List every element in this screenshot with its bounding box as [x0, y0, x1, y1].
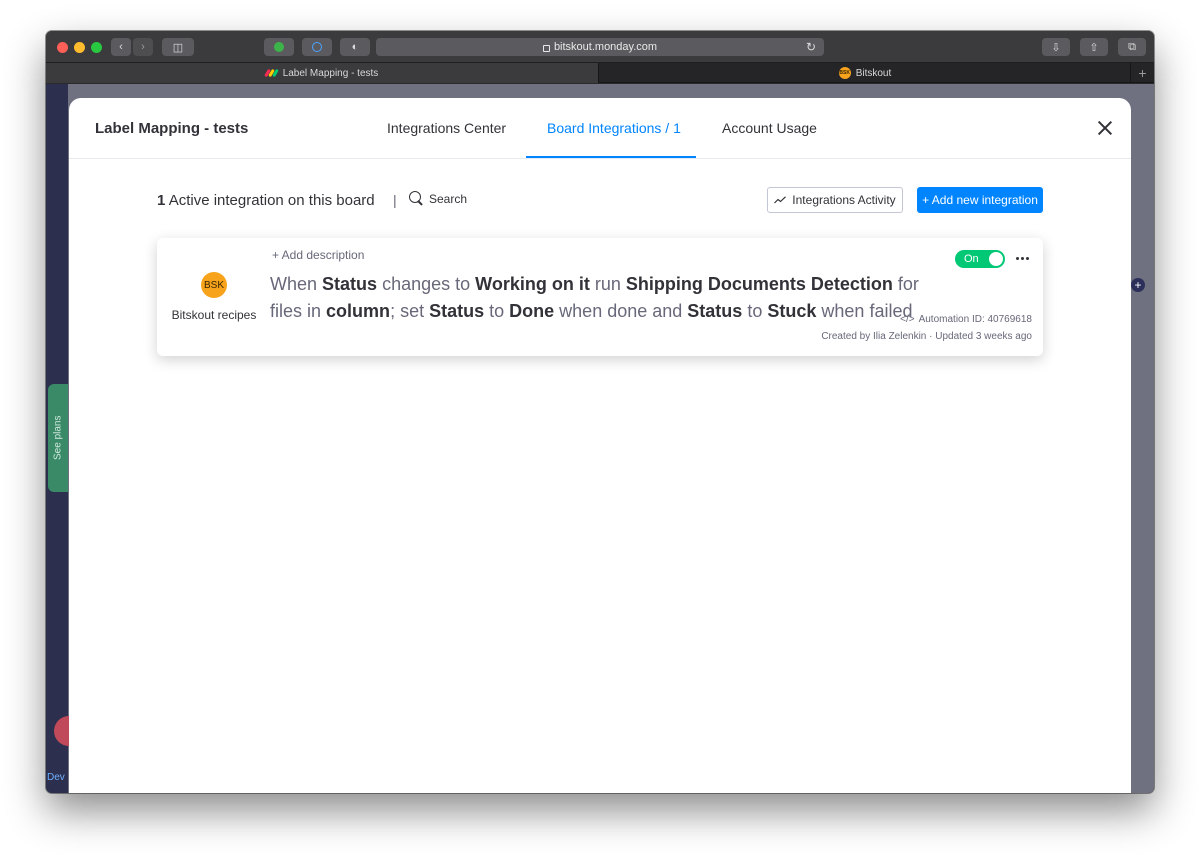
integration-toggle[interactable]: On — [955, 250, 1005, 268]
recipe-text: ; set — [390, 301, 425, 321]
recipe-field[interactable]: Working on it — [475, 274, 590, 294]
close-icon[interactable] — [1097, 120, 1113, 136]
tab-board-integrations[interactable]: Board Integrations / 1 — [547, 120, 681, 136]
address-bar[interactable]: bitskout.monday.com ↻ — [376, 38, 824, 56]
add-description-link[interactable]: + Add description — [272, 248, 364, 262]
bitskout-logo-icon: BSK — [201, 272, 227, 298]
divider: | — [393, 192, 397, 208]
automation-id-text: Automation ID: 40769618 — [918, 314, 1032, 325]
recipe-text: to — [489, 301, 505, 321]
dev-label: Dev — [47, 772, 65, 783]
recipe-field[interactable]: Status — [429, 301, 484, 321]
automation-id: </> Automation ID: 40769618 — [900, 314, 1032, 325]
recipe-field[interactable]: Status — [687, 301, 742, 321]
board-title: Label Mapping - tests — [95, 120, 249, 137]
search-label: Search — [429, 191, 468, 206]
tab-account-usage[interactable]: Account Usage — [722, 120, 817, 136]
tab-label-mapping[interactable]: Label Mapping - tests — [46, 63, 599, 83]
tab-title: Bitskout — [855, 67, 892, 79]
forward-button[interactable]: › — [133, 38, 153, 56]
recipe-text: when done and — [559, 301, 683, 321]
more-options-icon[interactable] — [1014, 250, 1030, 266]
add-new-integration-button[interactable]: + Add new integration — [917, 187, 1043, 213]
bitskout-favicon-icon: BSK — [838, 67, 851, 79]
tab-integrations-center[interactable]: Integrations Center — [387, 120, 506, 136]
url-text: bitskout.monday.com — [553, 41, 658, 53]
browser-toolbar: ‹ › ◫ ◐ bitskout.monday.com ↻ ⇩ ⇧ ⧉ — [46, 31, 1154, 63]
add-column-icon[interactable]: + — [1131, 278, 1145, 292]
shield-icon[interactable]: ◐ — [340, 38, 370, 56]
created-info: Created by Ilia Zelenkin · Updated 3 wee… — [821, 331, 1032, 342]
app-name: Bitskout recipes — [171, 308, 257, 322]
active-tab-indicator — [526, 156, 696, 158]
sidebar-toggle-icon[interactable]: ◫ — [162, 38, 194, 56]
recipe-text: changes to — [382, 274, 471, 294]
toggle-label: On — [964, 253, 979, 265]
active-count-number: 1 — [157, 192, 166, 209]
integrations-activity-label: Integrations Activity — [792, 193, 896, 207]
recipe-field[interactable]: Stuck — [767, 301, 816, 321]
minimize-window-button[interactable] — [74, 42, 85, 53]
code-icon: </> — [900, 314, 915, 325]
toggle-knob — [989, 252, 1003, 266]
recipe-field[interactable]: Done — [509, 301, 554, 321]
recipe-field[interactable]: Shipping Documents Detection — [626, 274, 893, 294]
share-icon[interactable]: ⇧ — [1080, 38, 1108, 56]
recipe-field[interactable]: Status — [322, 274, 377, 294]
see-plans-label: See plans — [52, 415, 64, 461]
active-count-text: Active integration on this board — [168, 192, 375, 209]
search-button[interactable]: Search — [409, 191, 467, 206]
extension-blue-icon[interactable] — [302, 38, 332, 56]
recipe-field[interactable]: column — [326, 301, 390, 321]
integrations-modal: Label Mapping - tests Integrations Cente… — [69, 98, 1131, 793]
new-tab-button[interactable]: + — [1130, 63, 1154, 83]
page-content: See plans Dev + Label Mapping - tests In… — [46, 84, 1154, 793]
recipe-text: to — [747, 301, 763, 321]
download-icon[interactable]: ⇩ — [1042, 38, 1070, 56]
zoom-window-button[interactable] — [91, 42, 102, 53]
integration-card[interactable]: BSK Bitskout recipes + Add description W… — [157, 238, 1043, 356]
back-button[interactable]: ‹ — [111, 38, 131, 56]
modal-header: Label Mapping - tests Integrations Cente… — [69, 98, 1131, 159]
activity-chart-icon — [774, 196, 787, 204]
recipe-sentence[interactable]: When Status changes to Working on it run… — [270, 271, 950, 325]
close-window-button[interactable] — [57, 42, 68, 53]
monday-favicon-icon — [263, 68, 279, 78]
tabs-overview-icon[interactable]: ⧉ — [1118, 38, 1146, 56]
browser-window: ‹ › ◫ ◐ bitskout.monday.com ↻ ⇩ ⇧ ⧉ Labe… — [46, 31, 1154, 793]
search-icon — [409, 191, 424, 206]
recipe-text: when failed — [821, 301, 913, 321]
lock-icon — [542, 44, 550, 52]
tab-bitskout[interactable]: BSK Bitskout — [600, 63, 1130, 83]
integrations-activity-button[interactable]: Integrations Activity — [767, 187, 903, 213]
recipe-text: When — [270, 274, 318, 294]
see-plans-button[interactable]: See plans — [48, 384, 68, 492]
active-integrations-count: 1 Active integration on this board — [157, 192, 375, 209]
tab-title: Label Mapping - tests — [282, 67, 379, 79]
extension-green-icon[interactable] — [264, 38, 294, 56]
recipe-text: run — [594, 274, 621, 294]
reload-icon[interactable]: ↻ — [806, 40, 816, 54]
tab-bar: Label Mapping - tests BSK Bitskout + — [46, 63, 1154, 83]
